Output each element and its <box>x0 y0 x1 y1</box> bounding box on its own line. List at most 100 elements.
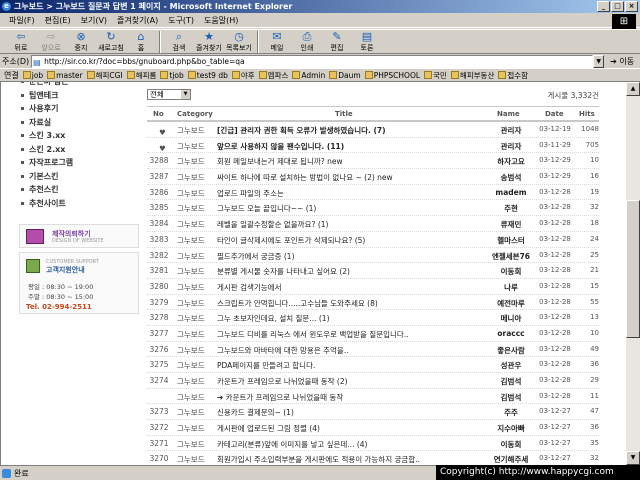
table-row[interactable]: 3287 그누보드 싸이트 하나에 따로 설치하는 방법이 없나요 ~ (2) ne… <box>147 169 599 185</box>
table-row[interactable]: 3282 그누보드 필드추가에서 궁금증 (1) 엔젤세븐76 03-12-28 25 <box>147 248 599 264</box>
row-title[interactable]: 카테고리(분류)앞에 이미지를 넣고 싶은데... (4) <box>217 439 477 450</box>
table-row[interactable]: ♥ 그누보드 [긴급] 관리자 권한 획득 오류가 발생하였습니다. (7) 관리자 0… <box>147 122 599 138</box>
toolbar-button-0[interactable]: ⇦ 뒤로 <box>6 30 36 54</box>
address-dropdown-button[interactable]: ▼ <box>593 54 605 68</box>
table-row[interactable]: 3278 그누보드 그누 초보자인데요, 설치 질문... (1) 메니아 03-12-… <box>147 310 599 326</box>
row-author[interactable]: 좋은사람 <box>477 345 545 356</box>
link-item[interactable]: Admin <box>292 70 325 81</box>
table-row[interactable]: 3286 그누보드 업로드 파일의 주소는 madem 03-12-28 19 <box>147 185 599 201</box>
link-item[interactable]: 접수함 <box>498 70 528 81</box>
sidebar-item[interactable]: 스킨 3.xx <box>19 129 139 143</box>
row-title[interactable]: 레벨을 일괄수정할순 없을까요? (1) <box>217 219 477 230</box>
table-row[interactable]: 3276 그누보드 그누보드와 마바타에 대한 망용은 추억을.. 좋은사람 03-12… <box>147 342 599 358</box>
toolbar-button-4[interactable]: ⌂ 홈 <box>126 30 156 54</box>
row-title[interactable]: 회원 메일보내는거 제대로 됩니까? new <box>217 156 477 167</box>
row-author[interactable]: 예전마루 <box>477 298 545 309</box>
table-row[interactable]: 3281 그누보드 분류별 게시물 숫자를 나타내고 싶어요 (2) 이동희 03-12… <box>147 263 599 279</box>
row-title[interactable]: 스크립트가 안먹힙니다.....고수님들 도와주세요 (8) <box>217 298 477 309</box>
row-author[interactable]: 나루 <box>477 282 545 293</box>
table-row[interactable]: 3280 그누보드 게시판 검색기능에서 나루 03-12-28 15 <box>147 279 599 295</box>
menu-help[interactable]: 도움말(H) <box>199 15 243 26</box>
toolbar-button-10[interactable]: ✎ 편집 <box>322 30 352 54</box>
link-item[interactable]: 국민 <box>424 70 447 81</box>
link-item[interactable]: 해피롬 <box>126 70 156 81</box>
menu-tools[interactable]: 도구(T) <box>163 15 199 26</box>
table-row[interactable]: 3285 그누보드 그누보드 오늘 끝입니다~~ (1) 주현 03-12-28 32 <box>147 200 599 217</box>
row-title[interactable]: 업로드 파일의 주소는 <box>217 188 477 199</box>
row-title[interactable]: PDA페이지를 만들려고 합니다. <box>217 360 477 371</box>
toolbar-button-1[interactable]: ⇨ 앞으로 <box>36 30 66 54</box>
row-author[interactable]: 관리자 <box>477 125 545 136</box>
link-item[interactable]: 해피CGI <box>86 70 123 81</box>
row-title[interactable]: 그누보드 오늘 끝입니다~~ (1) <box>217 203 477 214</box>
link-item[interactable]: master <box>47 70 83 81</box>
row-author[interactable]: 김범석 <box>477 376 545 387</box>
link-item[interactable]: 야후 <box>231 70 255 81</box>
request-banner[interactable]: 제작의뢰하기 DESIGN OF WEBSITE <box>19 224 139 248</box>
link-item[interactable]: Daum <box>329 70 361 81</box>
row-author[interactable]: madem <box>477 188 545 197</box>
toolbar-button-7[interactable]: ◷ 목록보기 <box>224 30 254 54</box>
row-author[interactable]: 관리자 <box>477 141 545 152</box>
title-bar[interactable]: e 그누보드 > 그누보드 질문과 답변 1 페이지 - Microsoft I… <box>0 0 640 13</box>
scroll-up-button[interactable]: ▲ <box>626 82 640 96</box>
row-title[interactable]: 카운트가 프레임으로 나뉘었을때 동작 (2) <box>217 376 477 387</box>
link-item[interactable]: 엠파스 <box>258 70 288 81</box>
link-item[interactable]: test9 db <box>187 70 228 81</box>
row-title[interactable]: 신용카드 결제문의~ (1) <box>217 407 477 418</box>
row-title[interactable]: 그누보드 디비를 리눅스 에서 윈도우로 백업받을 질문입니다.. <box>217 329 477 340</box>
row-author[interactable]: 헬마스터 <box>477 235 545 246</box>
row-title[interactable]: 게시판 검색기능에서 <box>217 282 477 293</box>
menu-edit[interactable]: 편집(E) <box>40 15 76 26</box>
toolbar-button-6[interactable]: ★ 즐겨찾기 <box>194 30 224 54</box>
toolbar-button-11[interactable]: ▤ 토론 <box>352 30 382 54</box>
vertical-scrollbar[interactable]: ▲ ▼ <box>626 82 640 465</box>
row-author[interactable]: 이동희 <box>477 266 545 277</box>
row-author[interactable]: 김범석 <box>477 392 545 403</box>
table-row[interactable]: 3271 그누보드 카테고리(분류)앞에 이미지를 넣고 싶은데... (4) 이동희… <box>147 436 599 452</box>
row-title[interactable]: ➔ 카운트가 프레임으로 나뉘었을때 동작 <box>217 392 477 403</box>
close-button[interactable]: × <box>625 1 638 12</box>
row-title[interactable]: [긴급] 관리자 권한 획득 오류가 발생하였습니다. (7) <box>217 125 477 136</box>
link-item[interactable]: PHPSCHOOL <box>364 70 420 81</box>
table-row[interactable]: 3273 그누보드 신용카드 결제문의~ (1) 주주 03-12-27 47 <box>147 404 599 421</box>
table-row[interactable]: 3270 그누보드 회원가입시 주소입력부분을 게시판에도 적용이 가능하지 궁금합… <box>147 451 599 465</box>
scroll-down-button[interactable]: ▼ <box>626 451 640 465</box>
sidebar-item[interactable]: 스킨 2.xx <box>19 143 139 157</box>
row-author[interactable]: 성관우 <box>477 360 545 371</box>
sidebar-item[interactable]: 자작프로그램 <box>19 156 139 170</box>
table-row[interactable]: 3277 그누보드 그누보드 디비를 리눅스 에서 윈도우로 백업받을 질문입니다.… <box>147 326 599 342</box>
row-author[interactable]: 연기해주세 <box>477 454 545 465</box>
table-row[interactable]: 3279 그누보드 스크립트가 안먹힙니다.....고수님들 도와주세요 (8) 예전… <box>147 295 599 311</box>
row-author[interactable]: 이동희 <box>477 439 545 450</box>
sidebar-item[interactable]: 추천사이트 <box>19 197 139 211</box>
menu-view[interactable]: 보기(V) <box>76 15 112 26</box>
row-title[interactable]: 회원가입시 주소입력부분을 게시판에도 적용이 가능하지 궁금합.. <box>217 454 477 465</box>
sidebar-item[interactable]: 기본스킨 <box>19 170 139 184</box>
table-row[interactable]: 3274 그누보드 카운트가 프레임으로 나뉘었을때 동작 (2) 김범석 03-12-… <box>147 373 599 389</box>
link-item[interactable]: 해피부동산 <box>450 70 494 81</box>
table-row[interactable]: 3284 그누보드 레벨을 일괄수정할순 없을까요? (1) 류재민 03-12-28 1… <box>147 216 599 232</box>
scroll-thumb[interactable] <box>626 200 640 338</box>
toolbar-button-3[interactable]: ↻ 새로고침 <box>96 30 126 54</box>
address-input[interactable]: ▤ http://sir.co.kr/?doc=bbs/gnuboard.php… <box>31 54 594 68</box>
row-title[interactable]: 싸이트 하나에 따로 설치하는 방법이 없나요 ~ (2) new <box>217 172 477 183</box>
sidebar-item[interactable]: 사용후기 <box>19 102 139 116</box>
minimize-button[interactable]: _ <box>597 1 610 12</box>
row-author[interactable]: 류재민 <box>477 219 545 230</box>
sidebar-item[interactable]: 추천스킨 <box>19 183 139 197</box>
row-title[interactable]: 분류별 게시물 숫자를 나타내고 싶어요 (2) <box>217 266 477 277</box>
go-button[interactable]: ➔ 이동 <box>610 56 634 67</box>
sidebar-item[interactable]: 자료실 <box>19 116 139 130</box>
toolbar-button-5[interactable]: ⌕ 검색 <box>164 30 194 54</box>
category-select[interactable]: 전체 ▼ <box>147 89 191 100</box>
row-author[interactable]: 주현 <box>477 203 545 214</box>
row-author[interactable]: 주주 <box>477 407 545 418</box>
row-author[interactable]: 메니아 <box>477 313 545 324</box>
row-title[interactable]: 게시판에 업로드된 그림 정렬 (4) <box>217 423 477 434</box>
table-row[interactable]: 그누보드 ➔ 카운트가 프레임으로 나뉘었을때 동작 김범석 03-12-28 11 <box>147 389 599 405</box>
table-row[interactable]: 3275 그누보드 PDA페이지를 만들려고 합니다. 성관우 03-12-28 36 <box>147 357 599 373</box>
row-author[interactable]: 엔젤세븐76 <box>477 251 545 262</box>
row-title[interactable]: 그누 초보자인데요, 설치 질문... (1) <box>217 313 477 324</box>
link-item[interactable]: job <box>22 70 43 81</box>
